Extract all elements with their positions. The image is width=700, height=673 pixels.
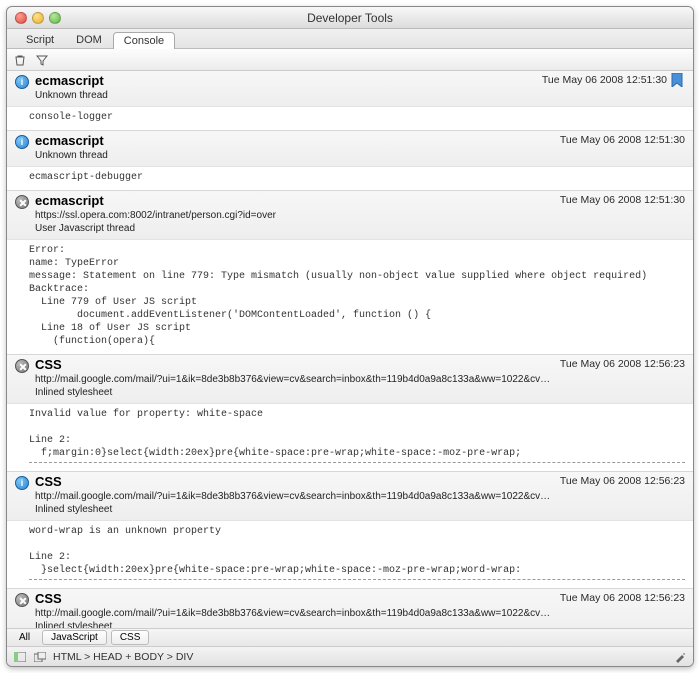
tab-script[interactable]: Script [15,31,65,48]
entry-subtitle: https://ssl.opera.com:8002/intranet/pers… [35,209,552,222]
truncation-rule [29,462,685,463]
entry-body: Invalid value for property: white-space … [7,404,693,471]
breadcrumb[interactable]: HTML > HEAD + BODY > DIV [53,651,193,663]
filter-bar: All JavaScript CSS [7,628,693,646]
devtools-window: Developer Tools Script DOM Console iecma… [6,6,694,667]
error-icon [15,359,29,373]
tab-bar: Script DOM Console [7,29,693,49]
entry-subtitle: http://mail.google.com/mail/?ui=1&ik=8de… [35,490,552,503]
tab-console[interactable]: Console [113,32,175,49]
entry-type: ecmascript [35,133,552,149]
console-entry[interactable]: CSShttp://mail.google.com/mail/?ui=1&ik=… [7,589,693,628]
entry-timestamp: Tue May 06 2008 12:51:30 [552,133,685,146]
clear-icon[interactable] [13,53,27,67]
entry-timestamp: Tue May 06 2008 12:56:23 [552,591,685,604]
entry-header: i ecmascriptUnknown threadTue May 06 2008… [7,71,693,107]
filter-all[interactable]: All [11,631,38,644]
console-toolbar [7,49,693,71]
entry-context: Inlined stylesheet [35,503,552,516]
entry-context: User Javascript thread [35,222,552,235]
entry-header: i CSShttp://mail.google.com/mail/?ui=1&ik… [7,472,693,521]
tab-dom[interactable]: DOM [65,31,113,48]
entry-header: i ecmascriptUnknown threadTue May 06 2008… [7,131,693,167]
entry-type: CSS [35,591,552,607]
entry-type: ecmascript [35,73,534,89]
filter-javascript[interactable]: JavaScript [42,630,107,645]
entry-context: Inlined stylesheet [35,386,552,399]
console-entries[interactable]: iecmascriptUnknown threadTue May 06 2008… [7,71,693,628]
panel-toggle-icon[interactable] [13,650,27,664]
entry-header: ecmascripthttps://ssl.opera.com:8002/int… [7,191,693,240]
window-title: Developer Tools [7,11,693,25]
entry-timestamp: Tue May 06 2008 12:51:30 [552,193,685,206]
entry-timestamp: Tue May 06 2008 12:56:23 [552,357,685,370]
info-icon: i [15,75,29,89]
window-titlebar: Developer Tools [7,7,693,29]
console-entry[interactable]: i ecmascriptUnknown threadTue May 06 2008… [7,131,693,191]
filter-icon[interactable] [35,53,49,67]
error-icon [15,593,29,607]
entry-type: CSS [35,357,552,373]
entry-type: CSS [35,474,552,490]
entry-context: Inlined stylesheet [35,620,552,628]
entry-body: Error: name: TypeError message: Statemen… [7,240,693,354]
entry-body: ecmascript-debugger [7,167,693,190]
entry-subtitle: http://mail.google.com/mail/?ui=1&ik=8de… [35,607,552,620]
entry-timestamp: Tue May 06 2008 12:51:30 [534,73,667,86]
settings-icon[interactable] [673,650,687,664]
entry-body: word-wrap is an unknown property Line 2:… [7,521,693,588]
filter-css[interactable]: CSS [111,630,150,645]
entry-subtitle: Unknown thread [35,89,534,102]
entry-header: CSShttp://mail.google.com/mail/?ui=1&ik=… [7,355,693,404]
entry-timestamp: Tue May 06 2008 12:56:23 [552,474,685,487]
console-entry[interactable]: i ecmascriptUnknown threadTue May 06 2008… [7,71,693,131]
entry-body: console-logger [7,107,693,130]
bookmark-icon[interactable] [671,73,685,90]
console-entry[interactable]: CSShttp://mail.google.com/mail/?ui=1&ik=… [7,355,693,472]
entry-header: CSShttp://mail.google.com/mail/?ui=1&ik=… [7,589,693,628]
console-entry[interactable]: ecmascripthttps://ssl.opera.com:8002/int… [7,191,693,355]
entry-type: ecmascript [35,193,552,209]
entry-subtitle: Unknown thread [35,149,552,162]
error-icon [15,195,29,209]
info-icon: i [15,476,29,490]
info-icon: i [15,135,29,149]
console-entry[interactable]: i CSShttp://mail.google.com/mail/?ui=1&ik… [7,472,693,589]
detach-icon[interactable] [33,650,47,664]
entry-subtitle: http://mail.google.com/mail/?ui=1&ik=8de… [35,373,552,386]
truncation-rule [29,579,685,580]
status-bar: HTML > HEAD + BODY > DIV [7,646,693,666]
